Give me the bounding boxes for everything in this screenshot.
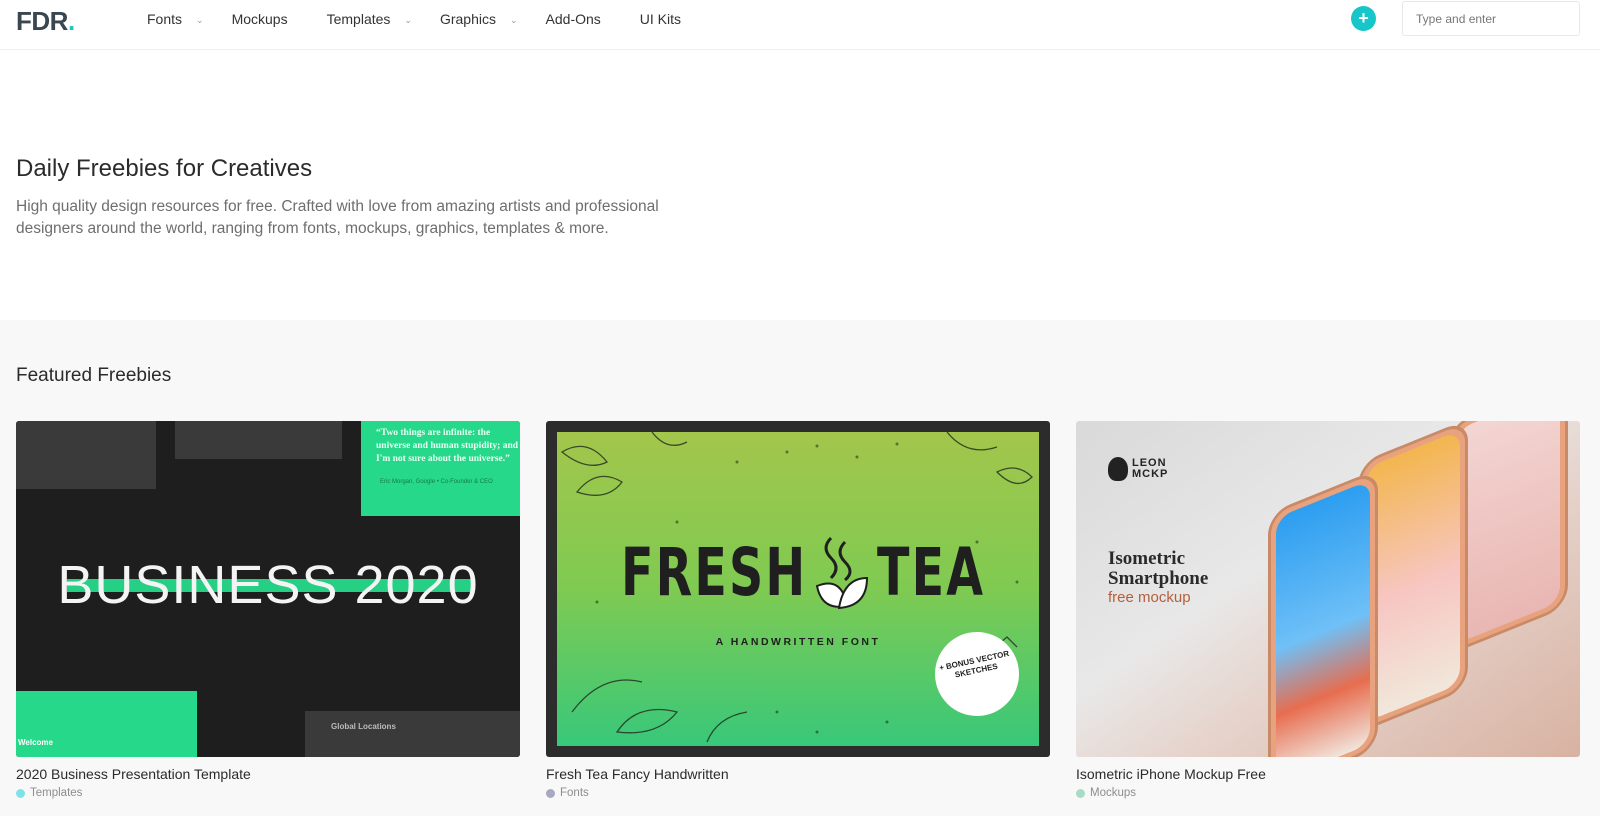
thumb-heading: Isometric Smartphone: [1108, 548, 1209, 589]
card-thumbnail[interactable]: “Two things are infinite: the universe a…: [16, 421, 520, 757]
thumb-welcome-block: [16, 691, 197, 757]
thumb-word-left: FRESH: [621, 534, 808, 611]
featured-section: Featured Freebies “Two things are infini…: [0, 320, 1600, 816]
thumb-headline: BUSINESS 2020: [57, 555, 479, 615]
phone-mockup: [1268, 468, 1378, 757]
hero-title: Daily Freebies for Creatives: [16, 155, 313, 182]
category-label: Mockups: [1090, 787, 1137, 799]
nav-item-graphics[interactable]: Graphics ⌄: [440, 11, 518, 27]
thumb-quote-author: Eric Morgan, Google • Co-Founder & CEO: [380, 479, 493, 485]
add-button[interactable]: +: [1351, 6, 1376, 31]
site-logo[interactable]: FDR.: [16, 6, 75, 37]
nav-label: Templates: [326, 11, 391, 27]
nav-label: Fonts: [147, 11, 183, 27]
category-label: Fonts: [560, 787, 589, 799]
card-thumbnail[interactable]: LEON MCKP Isometric Smartphone free mock…: [1076, 421, 1580, 757]
category-label: Templates: [30, 787, 83, 799]
thumb-word-right: TEA: [877, 534, 986, 611]
chevron-down-icon: ⌄: [509, 14, 518, 25]
category-dot-icon: [546, 788, 555, 798]
thumb-quote: “Two things are infinite: the universe a…: [376, 428, 519, 464]
category-dot-icon: [1076, 788, 1085, 798]
thumb-global: Global Locations: [331, 722, 396, 731]
chevron-down-icon: ⌄: [404, 14, 412, 25]
nav-label: Graphics: [439, 11, 496, 27]
phone-screen: [1276, 480, 1370, 757]
thumb-subheading: free mockup: [1108, 589, 1191, 606]
nav-item-addons[interactable]: Add-Ons: [546, 11, 601, 27]
top-navbar: FDR. Fonts ⌄ Mockups Templates ⌄ Graphics ⌄…: [0, 0, 1600, 50]
nav-item-mockups[interactable]: Mockups: [232, 11, 288, 27]
nav-item-uikits[interactable]: UI Kits: [640, 11, 681, 27]
search-input[interactable]: [1402, 1, 1580, 36]
phone-screen: [1456, 421, 1560, 645]
phone-screen: [1366, 430, 1460, 722]
thumb-panel: [175, 421, 342, 459]
logo-dot: .: [67, 6, 75, 36]
freebie-card: LEON MCKP Isometric Smartphone free mock…: [1076, 421, 1580, 799]
thumb-artwork: FRESH TEA A HANDWRITTEN FONT + BONUS VEC…: [557, 432, 1039, 746]
thumb-panel: [16, 421, 156, 489]
card-title[interactable]: Isometric iPhone Mockup Free: [1076, 766, 1580, 782]
thumb-welcome: Welcome: [18, 738, 53, 747]
nav-item-templates[interactable]: Templates ⌄: [327, 11, 412, 27]
nav-label: UI Kits: [639, 11, 682, 27]
category-dot-icon: [16, 788, 25, 798]
nav-label: Add-Ons: [545, 11, 601, 27]
card-category[interactable]: Mockups: [1076, 787, 1580, 799]
card-title[interactable]: 2020 Business Presentation Template: [16, 766, 520, 782]
hero-description: High quality design resources for free. …: [16, 198, 659, 237]
plus-icon: +: [1358, 8, 1369, 28]
main-nav: Fonts ⌄ Mockups Templates ⌄ Graphics ⌄ Add-…: [147, 0, 681, 38]
thumb-brand: LEON MCKP: [1108, 457, 1168, 481]
chevron-down-icon: ⌄: [196, 14, 204, 25]
card-title[interactable]: Fresh Tea Fancy Handwritten: [546, 766, 1050, 782]
card-category[interactable]: Fonts: [546, 787, 1050, 799]
card-thumbnail[interactable]: FRESH TEA A HANDWRITTEN FONT + BONUS VEC…: [546, 421, 1050, 757]
nav-label: Mockups: [231, 11, 288, 27]
section-title: Featured Freebies: [16, 365, 172, 386]
thumb-panel: [305, 711, 520, 757]
nav-item-fonts[interactable]: Fonts ⌄: [147, 11, 204, 27]
tea-leaf-icon: [815, 536, 869, 610]
brand-line-2: MCKP: [1132, 468, 1169, 480]
lion-logo-icon: [1108, 457, 1128, 481]
freebie-card: “Two things are infinite: the universe a…: [16, 421, 520, 799]
logo-text: FDR: [16, 6, 68, 36]
hero-section: Daily Freebies for Creatives High qualit…: [0, 51, 1600, 320]
card-category[interactable]: Templates: [16, 787, 520, 799]
freebie-card: FRESH TEA A HANDWRITTEN FONT + BONUS VEC…: [546, 421, 1050, 799]
